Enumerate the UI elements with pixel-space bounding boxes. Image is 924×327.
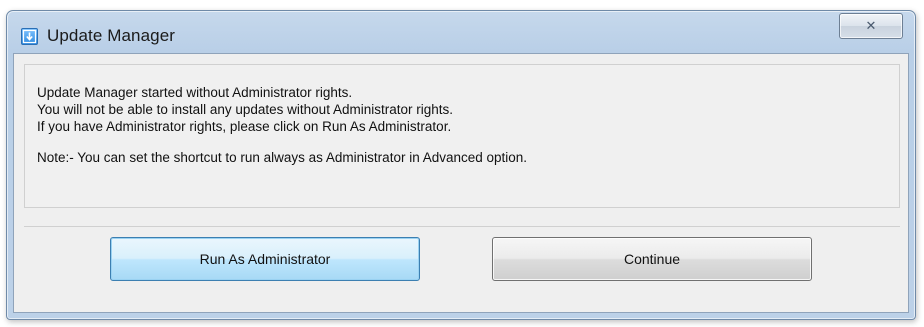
run-as-administrator-button[interactable]: Run As Administrator — [110, 237, 420, 281]
update-manager-icon — [21, 28, 38, 45]
message-line-1: Update Manager started without Administr… — [37, 85, 353, 100]
message-line-2: You will not be able to install any upda… — [37, 102, 453, 117]
close-icon: ✕ — [865, 18, 877, 33]
close-button[interactable]: ✕ — [839, 13, 903, 39]
dialog-body: Update Manager started without Administr… — [13, 53, 909, 313]
window-title: Update Manager — [47, 26, 176, 45]
message-panel: Update Manager started without Administr… — [24, 64, 900, 208]
note-text: Note:- You can set the shortcut to run a… — [37, 150, 528, 165]
continue-button[interactable]: Continue — [492, 237, 812, 281]
update-manager-dialog: Update Manager ✕ Update Manager started … — [6, 10, 916, 320]
message-line-3: If you have Administrator rights, please… — [37, 119, 452, 134]
button-panel: Run As Administrator Continue — [24, 226, 900, 306]
